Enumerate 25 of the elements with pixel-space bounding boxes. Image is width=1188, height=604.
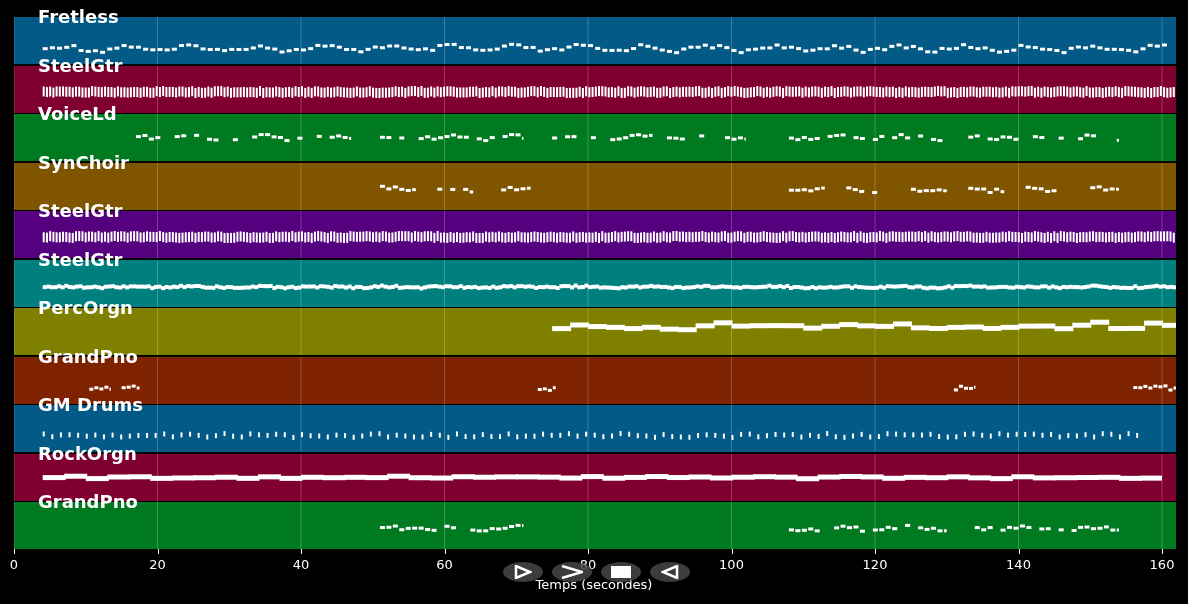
back-icon: [661, 565, 679, 580]
track-name: GrandPno: [38, 345, 138, 368]
tick-label: 80: [579, 557, 597, 574]
track-name: GrandPno: [38, 491, 138, 514]
back-button[interactable]: [650, 562, 690, 583]
tick-label: 100: [719, 557, 744, 574]
triangle-icon: [514, 565, 532, 580]
tick-label: 120: [862, 557, 888, 574]
track-name: PercOrgn: [38, 297, 133, 320]
tick-label: 60: [436, 557, 453, 574]
track-name: SteelGtr: [38, 200, 123, 223]
track-name: GM Drums: [38, 394, 144, 417]
tick-label: 40: [292, 557, 310, 574]
track-name: SynChoir: [38, 151, 129, 174]
tick-label: 20: [149, 557, 166, 574]
tick-label: 140: [1006, 557, 1031, 574]
track-name: RockOrgn: [38, 442, 137, 465]
tick-label: 160: [1149, 557, 1175, 574]
stop-icon: [611, 566, 631, 579]
track-name: SteelGtr: [38, 54, 123, 77]
axis-label: Temps (secondes): [535, 577, 653, 594]
track-name: VoiceLd: [38, 103, 117, 126]
tick-label: 0: [9, 557, 19, 574]
track-name: SteelGtr: [38, 248, 123, 271]
track-name: Fretless: [38, 6, 119, 28]
